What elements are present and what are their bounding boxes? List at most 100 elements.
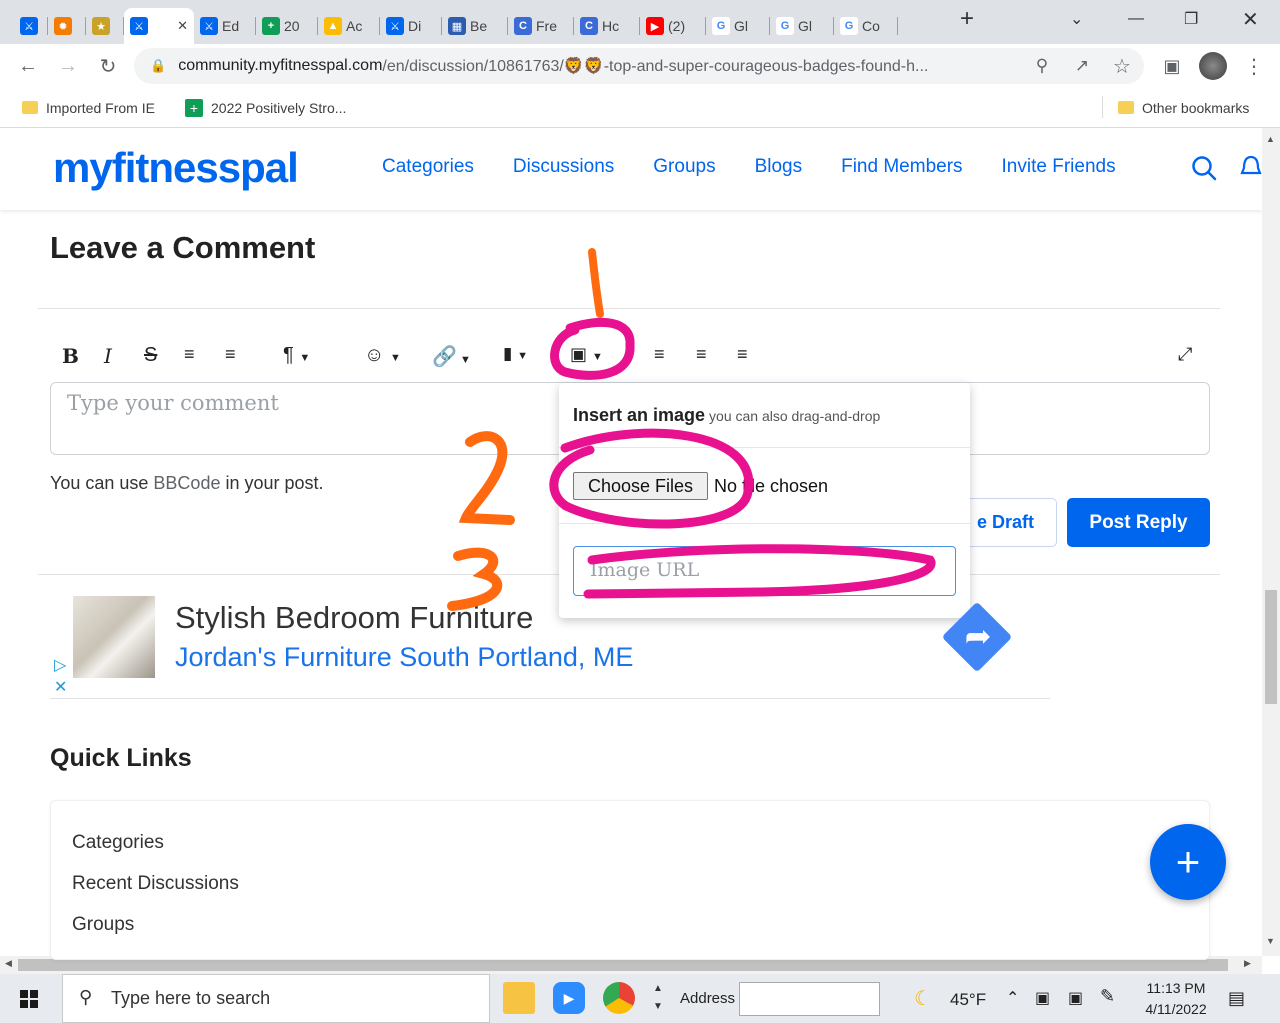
back-icon[interactable]: ←	[10, 48, 46, 84]
align-center-icon[interactable]: ≡	[696, 344, 707, 365]
browser-tab[interactable]: ▲ Ac	[318, 8, 380, 44]
popup-title: Insert an image you can also drag-and-dro…	[573, 405, 880, 426]
ad-title[interactable]: Stylish Bedroom Furniture	[175, 600, 533, 636]
nav-groups[interactable]: Groups	[653, 156, 715, 178]
quick-link-groups[interactable]: Groups	[72, 914, 134, 936]
choose-files-button[interactable]: Choose Files	[573, 472, 708, 500]
close-tab-icon[interactable]: ✕	[177, 18, 188, 34]
browser-tab[interactable]: ★	[86, 8, 124, 44]
strikethrough-button[interactable]: S	[144, 344, 157, 367]
tray-chevron-icon[interactable]: ⌃	[1006, 988, 1019, 1008]
image-button[interactable]: ▣ ▼	[570, 344, 603, 365]
tab-search-icon[interactable]: ⌄	[1070, 0, 1083, 38]
minimize-icon[interactable]: —	[1128, 0, 1144, 38]
emoji-button[interactable]: ☺ ▼	[364, 344, 401, 367]
file-explorer-icon[interactable]	[503, 982, 535, 1014]
browser-tab[interactable]: ▶ (2)	[640, 8, 706, 44]
site-nav: Categories Discussions Groups Blogs Find…	[382, 156, 1116, 178]
windows-start-icon[interactable]	[20, 990, 38, 1008]
site-logo[interactable]: myfitnesspal	[53, 144, 299, 192]
taskbar-scroll-arrows[interactable]: ▲ ▼	[653, 980, 663, 1016]
taskbar-search-input[interactable]: ⚲ Type here to search	[62, 974, 490, 1023]
menu-dots-icon[interactable]: ⋮	[1236, 48, 1272, 84]
sheets-icon: +	[262, 17, 280, 35]
pen-icon[interactable]: ✎	[1100, 986, 1115, 1007]
ad-subtitle[interactable]: Jordan's Furniture South Portland, ME	[175, 642, 633, 673]
quick-link-categories[interactable]: Categories	[72, 832, 164, 854]
browser-tab[interactable]: G Gl	[706, 8, 770, 44]
address-bar[interactable]: 🔒 community.myfitnesspal.com/en/discussi…	[134, 48, 1144, 84]
maximize-icon[interactable]: ❐	[1184, 0, 1198, 38]
weather-moon-icon[interactable]: ☾	[914, 986, 932, 1011]
other-bookmarks[interactable]: Other bookmarks	[1118, 100, 1249, 116]
bookmark-divider	[1102, 96, 1103, 118]
zoom-icon[interactable]: ⚲	[1024, 48, 1060, 84]
bookmark-star-icon[interactable]: ☆	[1104, 48, 1140, 84]
scrollbar-thumb[interactable]	[1265, 590, 1277, 704]
nav-blogs[interactable]: Blogs	[755, 156, 803, 178]
browser-tab[interactable]: ▦ Be	[442, 8, 508, 44]
italic-button[interactable]: I	[104, 344, 112, 368]
browser-tab[interactable]: ✹	[48, 8, 86, 44]
browser-tab[interactable]: C Hc	[574, 8, 640, 44]
paragraph-format-button[interactable]: ¶ ▼	[283, 344, 310, 367]
browser-tab[interactable]: G Gl	[770, 8, 834, 44]
ordered-list-icon[interactable]: ≡	[184, 344, 195, 365]
image-url-input[interactable]: Image URL	[573, 546, 956, 596]
forward-icon[interactable]: →	[50, 48, 86, 84]
align-left-icon[interactable]: ≡	[654, 344, 665, 365]
meet-now-icon[interactable]: ▣	[1068, 988, 1083, 1008]
browser-tab[interactable]: ⚔ Di	[380, 8, 442, 44]
chrome-icon[interactable]	[603, 982, 635, 1014]
taskbar-clock[interactable]: 11:13 PM 4/11/2022	[1136, 978, 1216, 1020]
new-tab-button[interactable]: +	[960, 0, 974, 38]
notification-bell-icon[interactable]	[1240, 154, 1262, 182]
profile-avatar[interactable]	[1199, 52, 1227, 80]
browser-tab[interactable]: G Co	[834, 8, 898, 44]
search-icon[interactable]	[1190, 154, 1218, 182]
ad-close-icon[interactable]: ✕	[54, 677, 67, 697]
bbcode-note-text: in your post.	[220, 473, 324, 493]
link-button[interactable]: 🔗 ▼	[432, 344, 471, 369]
nav-find-members[interactable]: Find Members	[841, 156, 962, 178]
insert-image-popup: Insert an image you can also drag-and-dro…	[559, 383, 970, 618]
bbcode-link[interactable]: BBCode	[153, 473, 220, 493]
close-window-icon[interactable]: ✕	[1242, 0, 1259, 38]
share-icon[interactable]: ↗	[1064, 48, 1100, 84]
nav-discussions[interactable]: Discussions	[513, 156, 614, 178]
reload-icon[interactable]: ↻	[90, 48, 126, 84]
align-right-icon[interactable]: ≡	[737, 344, 748, 365]
ad-arrow-glyph: ➦	[964, 618, 992, 654]
notifications-icon[interactable]: ▤	[1228, 988, 1245, 1009]
browser-tab[interactable]: C Fre	[508, 8, 574, 44]
file-button[interactable]: ▮ ▼	[503, 344, 528, 364]
browser-tab[interactable]: ⚔ Ed	[194, 8, 256, 44]
side-panel-icon[interactable]: ▣	[1154, 48, 1190, 84]
fullscreen-icon[interactable]: ⤢	[1178, 344, 1192, 365]
address-toolbar-input[interactable]	[739, 982, 880, 1016]
lock-icon: 🔒	[150, 58, 167, 73]
network-icon[interactable]: ▣	[1035, 988, 1050, 1008]
bold-button[interactable]: B	[62, 344, 79, 368]
quick-link-recent-discussions[interactable]: Recent Discussions	[72, 873, 239, 895]
drive-icon: ▲	[324, 17, 342, 35]
bookmark-positively[interactable]: + 2022 Positively Stro...	[185, 98, 346, 117]
weather-temp[interactable]: 45°F	[950, 990, 986, 1010]
annotation-number-1	[588, 248, 604, 318]
browser-tab[interactable]: +20	[256, 8, 318, 44]
post-reply-button[interactable]: Post Reply	[1067, 498, 1210, 547]
nav-categories[interactable]: Categories	[382, 156, 474, 178]
bookmark-label: Imported From IE	[46, 99, 155, 116]
new-post-fab[interactable]: +	[1150, 824, 1226, 900]
ad-image[interactable]	[73, 596, 155, 678]
bookmark-imported[interactable]: Imported From IE	[22, 100, 155, 116]
zoom-app-icon[interactable]: ▶	[553, 982, 585, 1014]
scrollbar-thumb[interactable]	[18, 959, 1228, 971]
browser-tab[interactable]: ⚔	[14, 8, 48, 44]
adchoices-icon[interactable]: ▷	[54, 655, 66, 675]
page-vertical-scrollbar[interactable]: ▲ ▼	[1262, 128, 1280, 956]
bullet-list-icon[interactable]: ≡	[225, 344, 236, 365]
google-icon: G	[776, 17, 794, 35]
nav-invite-friends[interactable]: Invite Friends	[1002, 156, 1116, 178]
browser-tab[interactable]: ⚔ ✕	[124, 8, 194, 44]
